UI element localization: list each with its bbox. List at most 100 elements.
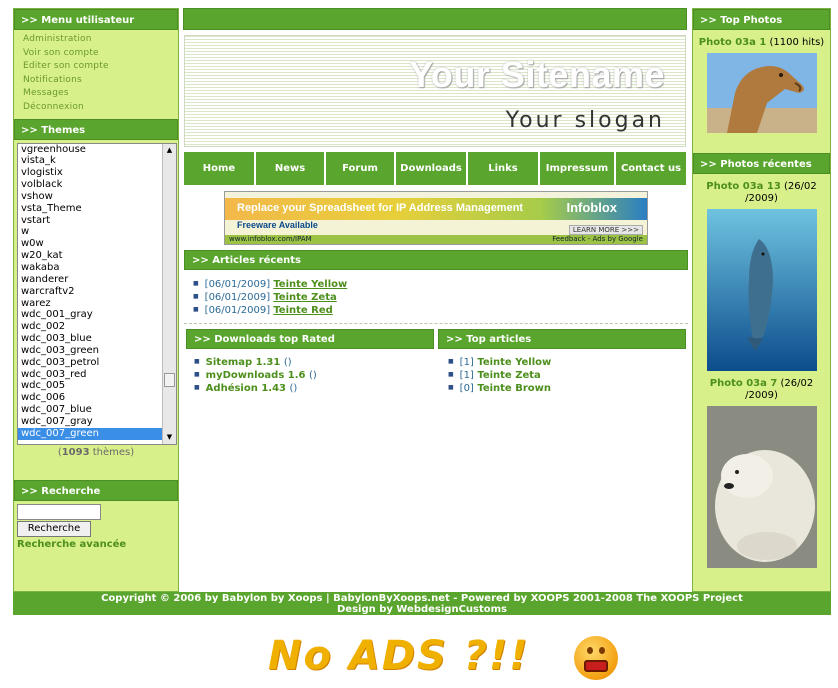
theme-option[interactable]: wdc_002 [18, 321, 164, 333]
theme-option[interactable]: vlogistix [18, 167, 164, 179]
ad-headline: Replace your Spreadsheet for IP Address … [237, 202, 524, 214]
recent-articles-block: >> Articles récents [06/01/2009] Teinte … [184, 250, 688, 324]
nav-impressum[interactable]: Impressum [540, 152, 616, 185]
theme-option[interactable]: wdc_007_green [18, 427, 164, 440]
ad-learn-more-button[interactable]: LEARN MORE >>> [568, 225, 643, 235]
theme-option[interactable]: vsta_Theme [18, 203, 164, 215]
article-date: [06/01/2009] [204, 279, 271, 290]
right-column: >> Top Photos Photo 03a 1 (1100 hits) >>… [692, 8, 831, 592]
theme-option[interactable]: vista_k [18, 155, 164, 167]
ad-feedback-link[interactable]: Feedback - Ads by Google [552, 235, 643, 244]
theme-option[interactable]: wdc_001_gray [18, 309, 164, 321]
theme-option[interactable]: warez [18, 298, 164, 310]
dolphin-photo[interactable] [706, 209, 817, 371]
ad-banner[interactable]: Replace your Spreadsheet for IP Address … [224, 191, 648, 245]
menu-edit-account[interactable]: Editer son compte [23, 60, 178, 74]
theme-option[interactable]: wakaba [18, 262, 164, 274]
scroll-down-arrow-icon[interactable]: ▼ [163, 431, 176, 444]
theme-option[interactable]: vshow [18, 191, 164, 203]
main-nav: Home News Forum Downloads Links Impressu… [184, 152, 686, 185]
theme-option[interactable]: wdc_005 [18, 380, 164, 392]
theme-option[interactable]: w20_kat [18, 250, 164, 262]
smiley-eye [599, 647, 605, 654]
photo-link[interactable]: Photo 03a 7 [710, 378, 778, 389]
no-ads-text: No ADS ?!! [268, 633, 530, 679]
article-link[interactable]: Teinte Yellow [273, 279, 347, 290]
top-articles-header: >> Top articles [438, 329, 686, 349]
article-link[interactable]: Teinte Red [273, 305, 333, 316]
recent-articles-header: >> Articles récents [184, 250, 688, 270]
list-item: Adhésion 1.43 () [194, 382, 434, 395]
search-block: Recherche Recherche avancée [14, 501, 178, 550]
recent-photo-caption: Photo 03a 13 (26/02 /2009) [706, 181, 817, 204]
search-input[interactable] [17, 503, 101, 520]
theme-option[interactable]: wanderer [18, 274, 164, 286]
ad-brand: Infoblox [566, 200, 617, 215]
article-link[interactable]: Teinte Brown [477, 383, 551, 394]
nav-forum[interactable]: Forum [326, 152, 396, 185]
theme-option[interactable]: wdc_003_green [18, 345, 164, 357]
article-link[interactable]: Teinte Zeta [273, 292, 336, 303]
theme-option[interactable]: wdc_003_petrol [18, 357, 164, 369]
menu-administration[interactable]: Administration [23, 33, 178, 47]
themes-listbox[interactable]: vgreenhouse vista_k vlogistix volblack vshow… [17, 142, 177, 445]
article-link[interactable]: Teinte Yellow [477, 357, 551, 368]
recent-photo-caption: Photo 03a 7 (26/02 /2009) [709, 378, 814, 401]
theme-option[interactable]: w [18, 226, 164, 238]
recent-photos-header: >> Photos récentes [693, 153, 830, 174]
list-item: [1] Teinte Yellow [448, 356, 686, 369]
top-photos-header: >> Top Photos [693, 9, 830, 30]
ad-url[interactable]: www.infoblox.com/IPAM [229, 235, 312, 243]
search-button[interactable]: Recherche [17, 520, 91, 537]
nav-news[interactable]: News [256, 152, 326, 185]
scroll-thumb[interactable] [164, 372, 175, 387]
theme-options[interactable]: vgreenhouse vista_k vlogistix volblack vshow… [18, 144, 164, 440]
top-photo-caption: Photo 03a 1 (1100 hits) [698, 37, 825, 48]
list-item: myDownloads 1.6 () [194, 369, 434, 382]
menu-logout[interactable]: Déconnexion [23, 101, 178, 115]
nav-home[interactable]: Home [184, 152, 256, 185]
theme-option[interactable]: wdc_003_blue [18, 333, 164, 345]
shocked-smiley-icon [574, 636, 618, 680]
downloads-top-list: Sitemap 1.31 () myDownloads 1.6 () Adhés… [186, 349, 434, 395]
user-menu-header: >> Menu utilisateur [14, 9, 178, 30]
advanced-search-link[interactable]: Recherche avancée [17, 539, 178, 550]
site-name: Your Sitename [409, 54, 665, 95]
two-column-blocks: >> Downloads top Rated Sitemap 1.31 () m… [186, 329, 686, 395]
camel-photo[interactable] [706, 53, 817, 133]
nav-links[interactable]: Links [468, 152, 540, 185]
download-link[interactable]: Sitemap 1.31 [206, 357, 281, 368]
theme-option[interactable]: volblack [18, 179, 164, 191]
footer-copyright: Copyright © 2006 by Babylon by Xoops | B… [101, 593, 743, 604]
photo-link[interactable]: Photo 03a 1 [699, 37, 767, 48]
top-bar [183, 8, 687, 30]
list-item: [1] Teinte Zeta [448, 369, 686, 382]
footer: Copyright © 2006 by Babylon by Xoops | B… [13, 592, 831, 615]
themes-header: >> Themes [14, 118, 178, 140]
menu-view-account[interactable]: Voir son compte [23, 47, 178, 61]
theme-option[interactable]: warcraftv2 [18, 286, 164, 298]
smiley-eye [587, 647, 593, 654]
polar-bear-photo[interactable] [706, 406, 817, 568]
nav-contact[interactable]: Contact us [616, 152, 686, 185]
theme-option[interactable]: w0w [18, 238, 164, 250]
download-link[interactable]: myDownloads 1.6 [206, 370, 306, 381]
theme-option[interactable]: vgreenhouse [18, 144, 164, 156]
page-frame: >> Menu utilisateur Administration Voir … [11, 7, 831, 615]
menu-notifications[interactable]: Notifications [23, 74, 178, 88]
article-link[interactable]: Teinte Zeta [477, 370, 540, 381]
themes-scrollbar[interactable]: ▲ ▼ [162, 143, 176, 444]
downloads-top-header: >> Downloads top Rated [186, 329, 434, 349]
scroll-up-arrow-icon[interactable]: ▲ [163, 144, 176, 157]
list-item: [06/01/2009] Teinte Red [193, 304, 688, 317]
download-link[interactable]: Adhésion 1.43 [206, 383, 286, 394]
theme-option[interactable]: wdc_007_gray [18, 416, 164, 428]
menu-messages[interactable]: Messages [23, 87, 178, 101]
photo-link[interactable]: Photo 03a 13 [706, 181, 781, 192]
list-item: [06/01/2009] Teinte Yellow [193, 278, 688, 291]
theme-option[interactable]: wdc_007_blue [18, 404, 164, 416]
nav-downloads[interactable]: Downloads [396, 152, 468, 185]
theme-option[interactable]: wdc_006 [18, 392, 164, 404]
theme-option[interactable]: vstart [18, 215, 164, 227]
theme-option[interactable]: wdc_003_red [18, 369, 164, 381]
